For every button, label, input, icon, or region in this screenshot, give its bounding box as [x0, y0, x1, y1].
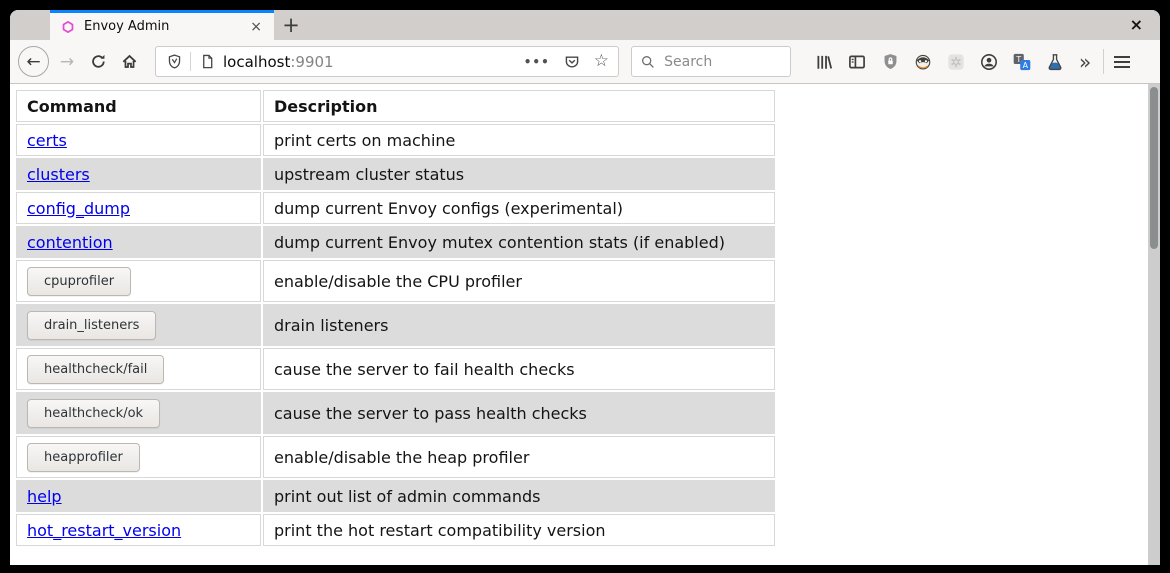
command-description: cause the server to pass health checks	[263, 392, 775, 434]
pocket-icon[interactable]	[563, 53, 581, 71]
table-row: heapprofiler enable/disable the heap pro…	[16, 436, 775, 478]
window-close-button[interactable]: ×	[1130, 17, 1143, 33]
table-row: contention dump current Envoy mutex cont…	[16, 226, 775, 258]
url-text: localhost:9901	[223, 53, 334, 71]
table-row: cpuprofiler enable/disable the CPU profi…	[16, 260, 775, 302]
bookmark-star-icon[interactable]: ☆	[594, 53, 609, 70]
url-host: localhost	[223, 53, 290, 71]
tracking-protection-shield-icon[interactable]	[165, 53, 183, 71]
tabbar-empty-area	[308, 10, 1130, 40]
command-link-hot-restart-version[interactable]: hot_restart_version	[27, 521, 181, 540]
table-row: healthcheck/ok cause the server to pass …	[16, 392, 775, 434]
command-description: upstream cluster status	[263, 158, 775, 190]
content-scrollbar[interactable]	[1148, 84, 1160, 565]
urlbar-separator	[190, 52, 191, 71]
command-description: dump current Envoy configs (experimental…	[263, 192, 775, 224]
command-button-drain-listeners[interactable]: drain_listeners	[27, 311, 156, 340]
sidebar-toggle-icon[interactable]	[848, 53, 866, 71]
envoy-favicon-icon	[59, 18, 77, 36]
tab-bar: Envoy Admin × + ×	[10, 10, 1160, 40]
urlbar-actions: ••• ☆	[524, 53, 609, 71]
toolbar-separator	[1103, 49, 1104, 74]
table-row: help print out list of admin commands	[16, 480, 775, 512]
command-description: print the hot restart compatibility vers…	[263, 514, 775, 546]
command-link-help[interactable]: help	[27, 487, 62, 506]
table-row: certs print certs on machine	[16, 124, 775, 156]
app-menu-button[interactable]	[1114, 56, 1130, 68]
search-bar[interactable]	[631, 46, 791, 77]
shield-lock-extension-icon[interactable]	[881, 53, 899, 71]
svg-text:A: A	[1023, 60, 1029, 69]
forward-button[interactable]: →	[54, 52, 80, 72]
scrollbar-thumb[interactable]	[1150, 87, 1158, 249]
table-header-row: Command Description	[16, 90, 775, 122]
new-tab-button[interactable]: +	[274, 10, 308, 40]
search-input[interactable]	[662, 53, 782, 71]
command-button-cpuprofiler[interactable]: cpuprofiler	[27, 267, 131, 296]
account-icon[interactable]	[980, 53, 998, 71]
page-content: Command Description certs print certs on…	[10, 84, 1160, 565]
badger-extension-icon[interactable]	[914, 53, 932, 71]
table-row: drain_listeners drain listeners	[16, 304, 775, 346]
table-row: clusters upstream cluster status	[16, 158, 775, 190]
navigation-toolbar: ← →	[10, 40, 1160, 84]
command-button-healthcheck-ok[interactable]: healthcheck/ok	[27, 399, 160, 428]
disabled-extension-icon[interactable]	[947, 53, 965, 71]
home-button[interactable]	[116, 53, 142, 70]
reload-button[interactable]	[85, 53, 111, 70]
command-button-healthcheck-fail[interactable]: healthcheck/fail	[27, 355, 164, 384]
toolbar-icon-strip: T A »	[815, 52, 1091, 72]
search-icon	[640, 53, 655, 71]
page-info-icon[interactable]	[198, 53, 216, 71]
translate-extension-icon[interactable]: T A	[1013, 53, 1031, 71]
admin-commands-table: Command Description certs print certs on…	[14, 88, 777, 548]
command-link-certs[interactable]: certs	[27, 131, 67, 150]
command-link-config-dump[interactable]: config_dump	[27, 199, 130, 218]
column-header-command: Command	[16, 90, 261, 122]
command-description: drain listeners	[263, 304, 775, 346]
library-icon[interactable]	[815, 53, 833, 71]
command-description: print certs on machine	[263, 124, 775, 156]
overflow-menu-icon[interactable]: »	[1079, 52, 1091, 72]
command-description: dump current Envoy mutex contention stat…	[263, 226, 775, 258]
command-description: print out list of admin commands	[263, 480, 775, 512]
command-description: enable/disable the heap profiler	[263, 436, 775, 478]
tab-title: Envoy Admin	[84, 19, 240, 34]
browser-window: Envoy Admin × + × ← →	[10, 10, 1160, 565]
flask-extension-icon[interactable]	[1046, 53, 1064, 71]
table-row: hot_restart_version print the hot restar…	[16, 514, 775, 546]
table-row: config_dump dump current Envoy configs (…	[16, 192, 775, 224]
command-button-heapprofiler[interactable]: heapprofiler	[27, 443, 140, 472]
back-button[interactable]: ←	[18, 46, 49, 77]
column-header-description: Description	[263, 90, 775, 122]
table-row: healthcheck/fail cause the server to fai…	[16, 348, 775, 390]
command-link-contention[interactable]: contention	[27, 233, 113, 252]
tab-envoy-admin[interactable]: Envoy Admin ×	[50, 10, 274, 40]
tabbar-left-spacer	[10, 10, 50, 40]
url-bar[interactable]: localhost:9901 ••• ☆	[155, 46, 619, 77]
command-link-clusters[interactable]: clusters	[27, 165, 90, 184]
tab-close-icon[interactable]: ×	[247, 20, 265, 34]
page-actions-icon[interactable]: •••	[524, 55, 550, 69]
command-description: enable/disable the CPU profiler	[263, 260, 775, 302]
url-port: :9901	[290, 53, 333, 71]
command-description: cause the server to fail health checks	[263, 348, 775, 390]
